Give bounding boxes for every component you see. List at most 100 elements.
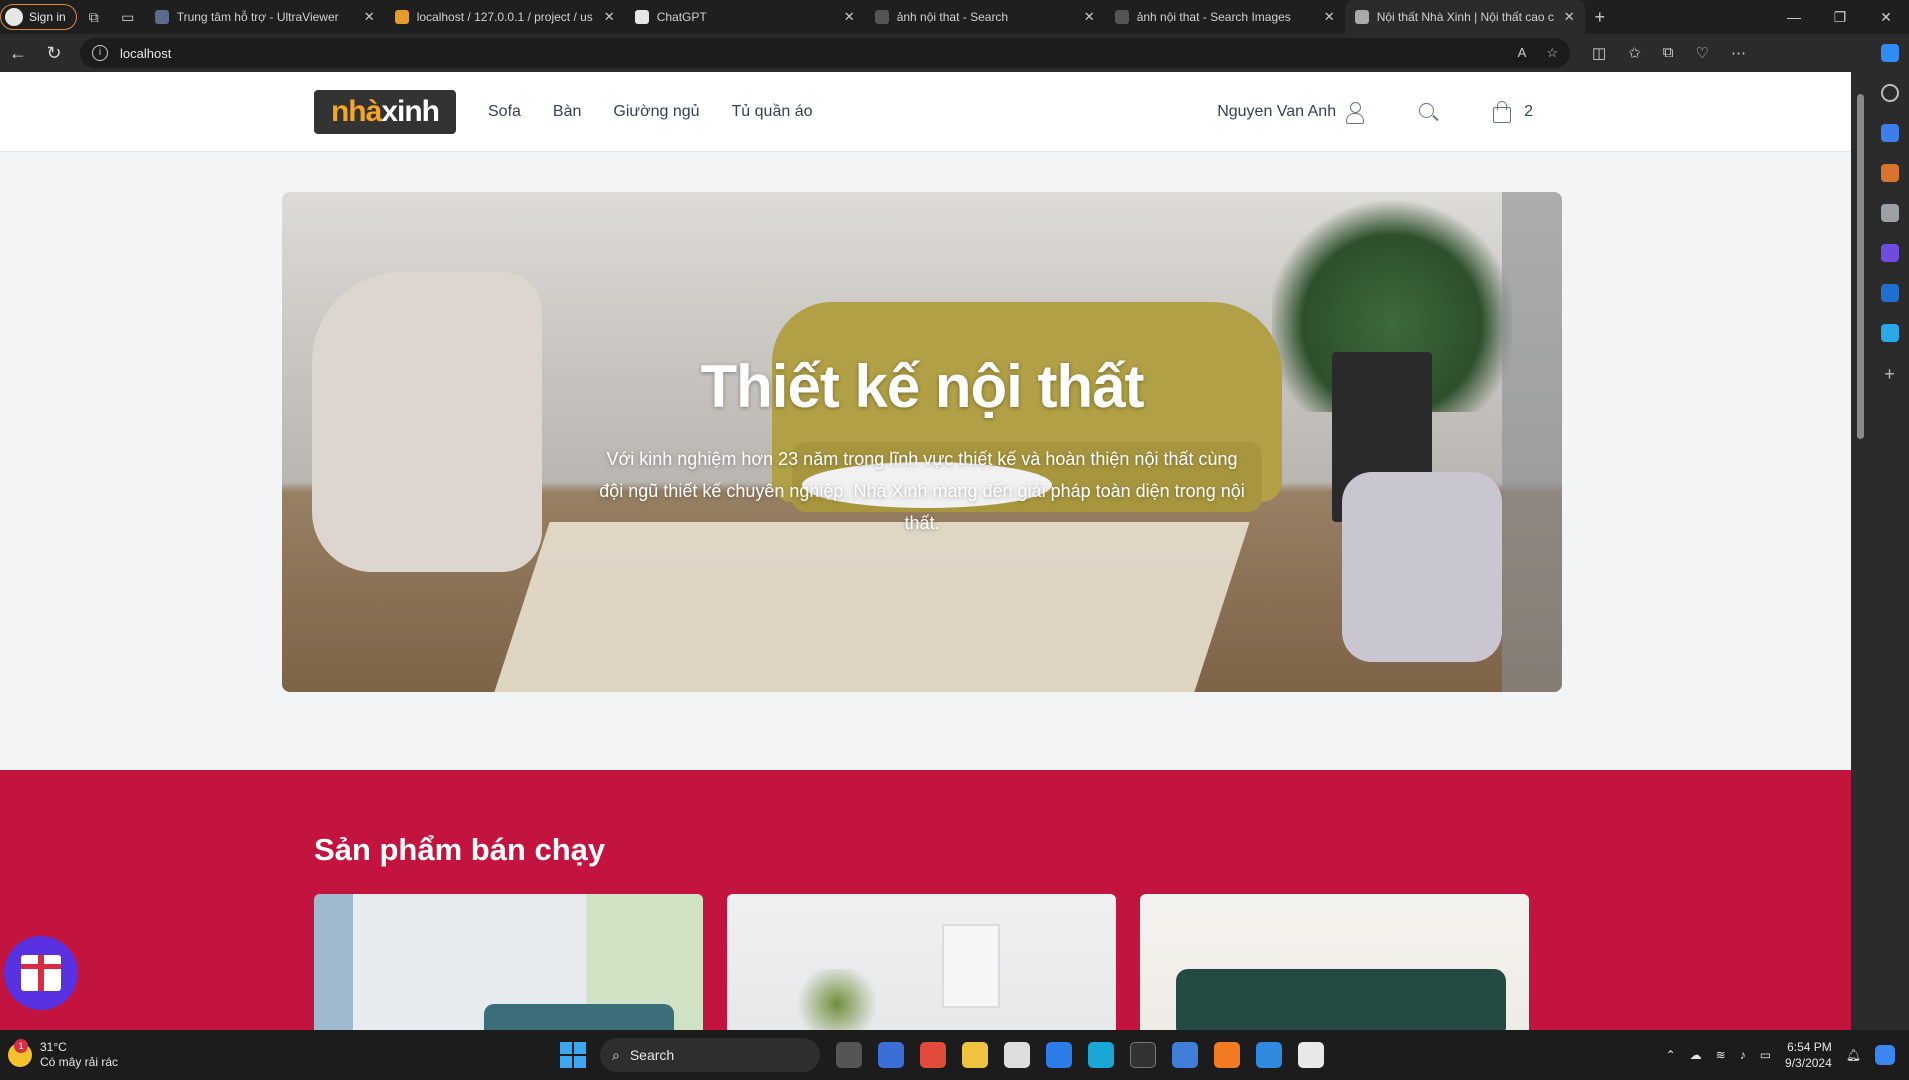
tab-chatgpt[interactable]: ChatGPT ✕ bbox=[625, 0, 865, 34]
menu-item-bed[interactable]: Giường ngủ bbox=[613, 103, 699, 121]
tools-icon[interactable] bbox=[1880, 164, 1899, 182]
gift-floating-button[interactable] bbox=[4, 936, 78, 1010]
terminal-icon[interactable] bbox=[1130, 1042, 1156, 1068]
page-scrollbar[interactable] bbox=[1851, 72, 1870, 1030]
workspaces-icon[interactable]: ⧉ bbox=[77, 0, 111, 34]
add-sidebar-app-icon[interactable]: + bbox=[1881, 364, 1899, 384]
weather-badge: 1 bbox=[14, 1039, 28, 1053]
close-window-icon[interactable]: ✕ bbox=[1863, 9, 1909, 26]
search-favicon-icon bbox=[874, 10, 889, 24]
cart-button[interactable]: 2 bbox=[1492, 100, 1533, 123]
page-favicon-icon bbox=[1354, 10, 1369, 24]
cart-count: 2 bbox=[1524, 102, 1533, 120]
taskbar-search[interactable]: ⌕ Search bbox=[600, 1038, 820, 1072]
chrome-icon[interactable] bbox=[920, 1042, 946, 1068]
account-link[interactable]: Nguyen Van Anh bbox=[1217, 101, 1365, 124]
onedrive-icon[interactable]: ☁ bbox=[1690, 1048, 1702, 1062]
shopping-bag-icon bbox=[1492, 100, 1512, 123]
menu-item-sofa[interactable]: Sofa bbox=[488, 103, 521, 121]
product-card[interactable] bbox=[1140, 894, 1529, 1030]
collections-icon[interactable]: ⧉ bbox=[1663, 44, 1674, 62]
close-tab-icon[interactable]: ✕ bbox=[1564, 9, 1575, 25]
xampp-icon[interactable] bbox=[1214, 1042, 1240, 1068]
close-tab-icon[interactable]: ✕ bbox=[844, 9, 855, 25]
hero-pouf-shape bbox=[1342, 472, 1502, 662]
favorites-icon[interactable]: ✩ bbox=[1628, 44, 1641, 62]
start-button[interactable] bbox=[560, 1042, 586, 1068]
hero-rocking-chair-shape bbox=[312, 272, 542, 572]
chevron-up-icon[interactable]: ⌃ bbox=[1666, 1048, 1676, 1062]
tab-favicon-icon bbox=[394, 10, 409, 24]
site-info-icon[interactable]: i bbox=[92, 45, 108, 61]
restore-icon[interactable]: ❐ bbox=[1817, 9, 1863, 26]
hero-description: Với kinh nghiệm hơn 23 năm trong lĩnh vự… bbox=[599, 449, 1245, 533]
hero-section: Thiết kế nội thất Với kinh nghiệm hơn 23… bbox=[0, 152, 1851, 770]
logo-text-nha: nhà bbox=[330, 94, 382, 128]
browser-tab-bar: Sign in ⧉ ▭ Trung tâm hỗ trợ - UltraView… bbox=[0, 0, 1909, 34]
weather-widget[interactable]: 1 31°C Có mây rải rác bbox=[0, 1039, 540, 1070]
close-tab-icon[interactable]: ✕ bbox=[1324, 9, 1335, 25]
address-bar[interactable]: i localhost A ☆ bbox=[80, 38, 1570, 68]
app-icon[interactable] bbox=[1004, 1042, 1030, 1068]
new-tab-button[interactable]: + bbox=[1585, 7, 1615, 28]
copilot-taskbar-icon[interactable] bbox=[1875, 1045, 1895, 1065]
more-menu-icon[interactable]: ⋯ bbox=[1731, 44, 1746, 62]
product-image bbox=[727, 894, 1116, 1030]
tab-phpmyadmin[interactable]: localhost / 127.0.0.1 / project / us ✕ bbox=[385, 0, 625, 34]
edge-icon[interactable] bbox=[1088, 1042, 1114, 1068]
copilot-icon[interactable] bbox=[1880, 44, 1899, 62]
date: 9/3/2024 bbox=[1785, 1056, 1832, 1070]
active-app-icon[interactable] bbox=[1298, 1042, 1324, 1068]
notepad-icon[interactable] bbox=[1172, 1042, 1198, 1068]
tab-ultraviewer[interactable]: Trung tâm hỗ trợ - UltraViewer ✕ bbox=[145, 0, 385, 34]
read-aloud-icon[interactable]: A bbox=[1518, 45, 1527, 61]
battery-icon[interactable]: ▭ bbox=[1760, 1048, 1771, 1062]
wifi-icon[interactable]: ≋ bbox=[1716, 1048, 1726, 1062]
sign-in-button[interactable]: Sign in bbox=[0, 4, 77, 30]
product-card[interactable] bbox=[314, 894, 703, 1030]
split-screen-icon[interactable]: ◫ bbox=[1592, 44, 1606, 62]
file-explorer-icon[interactable] bbox=[962, 1042, 988, 1068]
user-icon bbox=[1346, 101, 1365, 124]
microsoft-365-icon[interactable] bbox=[1880, 244, 1899, 262]
weather-text: Có mây rải rác bbox=[40, 1055, 119, 1069]
menu-item-table[interactable]: Bàn bbox=[553, 103, 581, 121]
close-tab-icon[interactable]: ✕ bbox=[604, 9, 615, 25]
close-tab-icon[interactable]: ✕ bbox=[1084, 9, 1095, 25]
store-icon[interactable] bbox=[878, 1042, 904, 1068]
clock[interactable]: 6:54 PM 9/3/2024 bbox=[1785, 1039, 1832, 1071]
tab-favicon-icon bbox=[634, 10, 649, 24]
product-card[interactable] bbox=[727, 894, 1116, 1030]
hero-title: Thiết kế nội thất bbox=[700, 353, 1144, 420]
refresh-icon[interactable]: ↻ bbox=[36, 43, 72, 64]
search-favicon-icon bbox=[1114, 10, 1129, 24]
close-tab-icon[interactable]: ✕ bbox=[364, 9, 375, 25]
shopping-tag-icon[interactable] bbox=[1880, 124, 1899, 142]
search-icon[interactable] bbox=[1880, 84, 1899, 102]
favorite-star-icon[interactable]: ☆ bbox=[1546, 45, 1558, 61]
tab-nha-xinh[interactable]: Nội thất Nhà Xinh | Nội thất cao c ✕ bbox=[1344, 0, 1585, 34]
time: 6:54 PM bbox=[1787, 1040, 1832, 1054]
zalo-icon[interactable] bbox=[1046, 1042, 1072, 1068]
games-icon[interactable] bbox=[1880, 204, 1899, 222]
tab-search-images[interactable]: ảnh nội that - Search Images ✕ bbox=[1105, 0, 1345, 34]
product-image-plant-shape bbox=[792, 969, 882, 1030]
task-view-icon[interactable] bbox=[836, 1042, 862, 1068]
temperature: 31°C bbox=[40, 1040, 67, 1054]
volume-icon[interactable]: ♪ bbox=[1740, 1048, 1746, 1062]
drop-send-icon[interactable] bbox=[1880, 324, 1899, 342]
outlook-icon[interactable] bbox=[1880, 284, 1899, 302]
tab-actions-icon[interactable]: ▭ bbox=[111, 0, 145, 34]
site-logo[interactable]: nhà xinh bbox=[314, 89, 456, 134]
scrollbar-thumb[interactable] bbox=[1857, 94, 1864, 439]
browser-essentials-icon[interactable]: ♡ bbox=[1695, 44, 1708, 62]
minimize-icon[interactable]: — bbox=[1771, 9, 1817, 26]
product-grid bbox=[314, 894, 1851, 1030]
search-icon[interactable] bbox=[1418, 102, 1438, 122]
notification-bell-icon[interactable]: 🔔︎ bbox=[1846, 1048, 1861, 1062]
vscode-icon[interactable] bbox=[1256, 1042, 1282, 1068]
tab-search[interactable]: ảnh nội that - Search ✕ bbox=[865, 0, 1105, 34]
hero-wall-shape bbox=[1502, 192, 1562, 692]
back-icon[interactable]: ← bbox=[0, 43, 36, 64]
menu-item-wardrobe[interactable]: Tủ quần áo bbox=[732, 103, 813, 121]
